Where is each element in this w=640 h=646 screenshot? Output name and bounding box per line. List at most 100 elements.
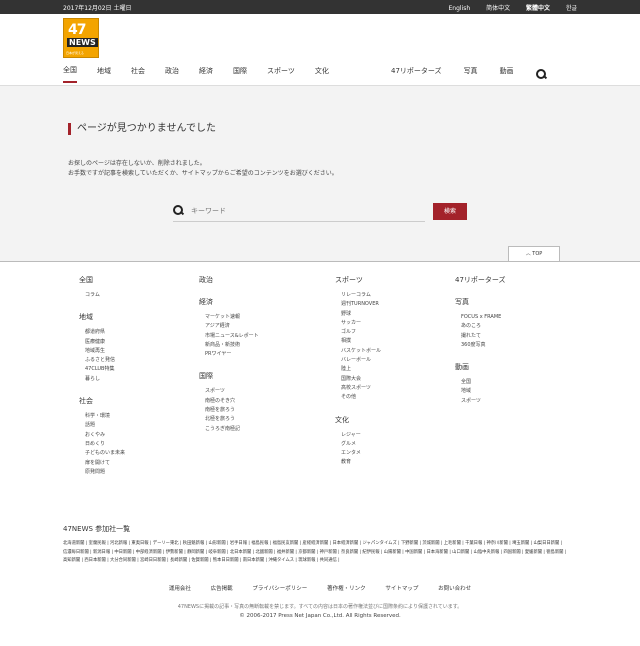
member-newspaper-link[interactable]: 紀伊民報 | (362, 550, 383, 555)
footer-link[interactable]: 新商品・新技術 (205, 341, 259, 350)
nav-item-culture[interactable]: 文化 (315, 66, 329, 82)
footer-section-title[interactable]: スポーツ (335, 275, 381, 285)
lang-english[interactable]: English (448, 5, 470, 12)
member-newspaper-link[interactable]: 共同通信 | (320, 558, 340, 563)
member-newspaper-link[interactable]: 埼玉新聞 | (512, 541, 533, 546)
member-newspaper-link[interactable]: 福島民友新聞 | (273, 541, 303, 546)
footer-link[interactable]: バレーボール (341, 356, 381, 365)
nav-item-photo[interactable]: 写真 (464, 66, 478, 82)
footer-link-privacy[interactable]: プライバシーポリシー (252, 586, 307, 592)
footer-link[interactable]: スポーツ (461, 397, 506, 406)
footer-link[interactable]: バスケットボール (341, 347, 381, 356)
member-newspaper-link[interactable]: 長崎新聞 | (170, 558, 191, 563)
footer-link-copyright[interactable]: 著作権・リンク (327, 586, 366, 592)
footer-link[interactable]: 子どものいま未来 (85, 449, 125, 458)
footer-link[interactable]: エンタメ (341, 449, 381, 458)
footer-link[interactable]: PRワイヤー (205, 350, 259, 359)
member-newspaper-link[interactable]: 伊勢新聞 | (166, 550, 187, 555)
footer-section-title[interactable]: 文化 (335, 415, 381, 425)
member-newspaper-link[interactable]: 奈良新聞 | (341, 550, 362, 555)
footer-link[interactable]: あのころ (461, 322, 506, 331)
member-newspaper-link[interactable]: 山陽新聞 | (384, 550, 405, 555)
footer-link[interactable]: 撮れたて (461, 332, 506, 341)
member-newspaper-link[interactable]: 日本海新聞 | (426, 550, 452, 555)
footer-link[interactable]: 市場ニュース&レポート (205, 332, 259, 341)
member-newspaper-link[interactable]: 京都新聞 | (298, 550, 319, 555)
footer-link[interactable]: おくやみ (85, 431, 125, 440)
member-newspaper-link[interactable]: 北海道新聞 | (63, 541, 89, 546)
footer-link[interactable]: 地域 (461, 387, 506, 396)
footer-section-title[interactable]: 政治 (199, 275, 259, 285)
footer-link[interactable]: FOCUS x FRAME (461, 313, 506, 322)
footer-link[interactable]: 高校スポーツ (341, 384, 381, 393)
footer-link[interactable]: 科学・環境 (85, 412, 125, 421)
member-newspaper-link[interactable]: 宮崎日日新聞 | (140, 558, 170, 563)
member-newspaper-link[interactable]: ジャパンタイムズ | (362, 541, 400, 546)
footer-link[interactable]: 医療健康 (85, 338, 125, 347)
member-newspaper-link[interactable]: 大分合同新聞 | (110, 558, 140, 563)
nav-item-region[interactable]: 地域 (97, 66, 111, 82)
footer-link[interactable]: 暮らし (85, 375, 125, 384)
footer-link-contact[interactable]: お問い合わせ (438, 586, 471, 592)
footer-link[interactable]: 原発問題 (85, 468, 125, 477)
search-input[interactable] (191, 202, 421, 220)
nav-item-society[interactable]: 社会 (131, 66, 145, 82)
member-newspaper-link[interactable]: 山陰中央新報 | (474, 550, 504, 555)
footer-link[interactable]: マーケット速報 (205, 313, 259, 322)
footer-link[interactable]: 都道府県 (85, 328, 125, 337)
member-newspaper-link[interactable]: 中部経済新聞 | (136, 550, 166, 555)
footer-link[interactable]: サッカー (341, 319, 381, 328)
nav-item-economy[interactable]: 経済 (199, 66, 213, 82)
footer-link[interactable]: 相撲 (341, 337, 381, 346)
member-newspaper-link[interactable]: 室蘭民報 | (89, 541, 110, 546)
member-newspaper-link[interactable]: 琉球新報 | (298, 558, 319, 563)
member-newspaper-link[interactable]: 東奥日報 | (131, 541, 152, 546)
member-newspaper-link[interactable]: 下野新聞 | (401, 541, 422, 546)
footer-section-title[interactable]: 全国 (79, 275, 125, 285)
member-newspaper-link[interactable]: 上毛新聞 | (444, 541, 465, 546)
member-newspaper-link[interactable]: 徳島新聞 | (546, 550, 566, 555)
member-newspaper-link[interactable]: 信濃毎日新聞 | (63, 550, 93, 555)
nav-item-sports[interactable]: スポーツ (267, 66, 295, 82)
footer-link-operator[interactable]: 運用会社 (169, 586, 191, 592)
footer-link[interactable]: レジャー (341, 431, 381, 440)
member-newspaper-link[interactable]: 佐賀新聞 | (191, 558, 212, 563)
search-icon[interactable] (535, 69, 546, 79)
footer-section-title[interactable]: 47リポーターズ (455, 275, 506, 285)
member-newspaper-link[interactable]: 岩手日報 | (230, 541, 251, 546)
member-newspaper-link[interactable]: 福井新聞 | (277, 550, 298, 555)
member-newspaper-link[interactable]: 中日新聞 | (114, 550, 135, 555)
member-newspaper-link[interactable]: 高知新聞 | (63, 558, 84, 563)
site-logo[interactable]: 47 NEWS 日本が見える (63, 18, 99, 58)
footer-section-title[interactable]: 地域 (79, 312, 125, 322)
footer-section-title[interactable]: 動画 (455, 362, 506, 372)
lang-traditional-chinese[interactable]: 繁體中文 (526, 5, 550, 12)
footer-link-sitemap[interactable]: サイトマップ (385, 586, 418, 592)
member-newspaper-link[interactable]: 千葉日報 | (465, 541, 486, 546)
nav-item-international[interactable]: 国際 (233, 66, 247, 82)
member-newspaper-link[interactable]: 神戸新聞 | (320, 550, 341, 555)
member-newspaper-link[interactable]: 秋田魁新報 | (183, 541, 209, 546)
footer-link[interactable]: 野球 (341, 310, 381, 319)
member-newspaper-link[interactable]: 北日本新聞 | (230, 550, 256, 555)
footer-link[interactable]: アジア経済 (205, 322, 259, 331)
footer-link[interactable]: 国際大会 (341, 375, 381, 384)
footer-link[interactable]: 47CLUB特集 (85, 365, 125, 374)
footer-section-title[interactable]: 社会 (79, 396, 125, 406)
member-newspaper-link[interactable]: 熊本日日新聞 | (213, 558, 243, 563)
member-newspaper-link[interactable]: 愛媛新聞 | (525, 550, 546, 555)
footer-link[interactable]: 教育 (341, 458, 381, 467)
footer-link[interactable]: ゴルフ (341, 328, 381, 337)
footer-link[interactable]: 話題 (85, 421, 125, 430)
footer-link[interactable]: 陸上 (341, 365, 381, 374)
member-newspaper-link[interactable]: 西日本新聞 | (84, 558, 110, 563)
footer-link[interactable]: 南極を旅ろう (205, 406, 259, 415)
lang-simplified-chinese[interactable]: 简体中文 (486, 5, 510, 12)
member-newspaper-link[interactable]: 新潟日報 | (93, 550, 114, 555)
member-newspaper-link[interactable]: 静岡新聞 | (187, 550, 208, 555)
member-newspaper-link[interactable]: 神奈川新聞 | (486, 541, 512, 546)
footer-link[interactable]: 全国 (461, 378, 506, 387)
footer-link[interactable]: 北極を旅ろう (205, 415, 259, 424)
back-to-top-button[interactable]: ︿ TOP (508, 246, 560, 262)
footer-link[interactable]: グルメ (341, 440, 381, 449)
